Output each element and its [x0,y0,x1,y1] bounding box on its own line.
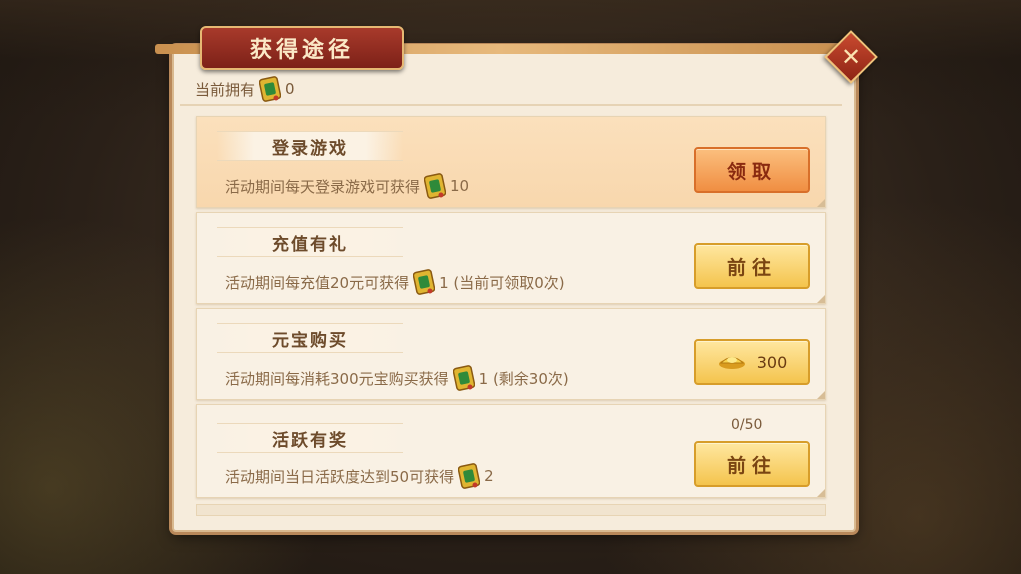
scroll-token-icon [458,463,481,489]
header-divider [180,104,842,106]
item-title: 元宝购买 [272,330,348,351]
item-description: 活动期间每天登录游戏可获得 10 [225,173,469,199]
owned-count: 当前拥有 0 [195,76,295,102]
reward-amount: 1 (当前可领取0次) [439,273,565,292]
owned-value: 0 [285,80,295,98]
scroll-token-icon [259,76,282,102]
price-label: 300 [756,352,788,372]
owned-label: 当前拥有 [195,80,256,99]
item-title-banner: 元宝购买 [217,323,403,353]
claim-button[interactable]: 领取 [694,147,810,193]
item-description: 活动期间每消耗300元宝购买获得 1 (剩余30次) [225,365,569,391]
item-title: 登录游戏 [272,138,348,159]
next-row-peek [196,504,826,516]
list-item-recharge: 充值有礼 活动期间每充值20元可获得 1 (当前可领取0次) 前往 [196,212,826,304]
item-title-banner: 登录游戏 [217,131,403,161]
item-description: 活动期间当日活跃度达到50可获得 2 [225,463,494,489]
progress-label: 0/50 [731,417,763,433]
item-description: 活动期间每充值20元可获得 1 (当前可领取0次) [225,269,565,295]
item-title-banner: 充值有礼 [217,227,403,257]
dialog-title: 获得途径 [249,37,354,63]
list-item-login: 登录游戏 活动期间每天登录游戏可获得 10 领取 [196,116,826,208]
corner-decoration [817,295,825,303]
scroll-token-icon [452,365,475,391]
list-item-activity: 活跃有奖 0/50 活动期间当日活跃度达到50可获得 2 前往 [196,404,826,498]
item-title: 充值有礼 [272,234,348,255]
desc-text: 活动期间每天登录游戏可获得 [225,177,421,196]
reward-amount: 1 (剩余30次) [478,369,569,388]
desc-text: 活动期间每消耗300元宝购买获得 [225,369,449,388]
go-button[interactable]: 前往 [694,441,810,487]
desc-text: 活动期间每充值20元可获得 [225,273,410,292]
dialog-title-plate: 获得途径 [200,26,404,70]
item-title-banner: 活跃有奖 [217,423,403,453]
scroll-token-icon [413,269,436,295]
close-icon[interactable]: ✕ [832,38,870,76]
corner-decoration [817,391,825,399]
reward-amount: 10 [450,177,470,195]
corner-decoration [817,489,825,497]
go-button[interactable]: 前往 [694,243,810,289]
scroll-token-icon [424,173,447,199]
desc-text: 活动期间当日活跃度达到50可获得 [225,467,455,486]
reward-amount: 2 [484,467,494,485]
item-title: 活跃有奖 [272,430,348,451]
gold-ingot-icon [717,350,747,374]
corner-decoration [817,199,825,207]
buy-button[interactable]: 300 [694,339,810,385]
list-item-yuanbao-purchase: 元宝购买 活动期间每消耗300元宝购买获得 1 (剩余30次) 300 [196,308,826,400]
